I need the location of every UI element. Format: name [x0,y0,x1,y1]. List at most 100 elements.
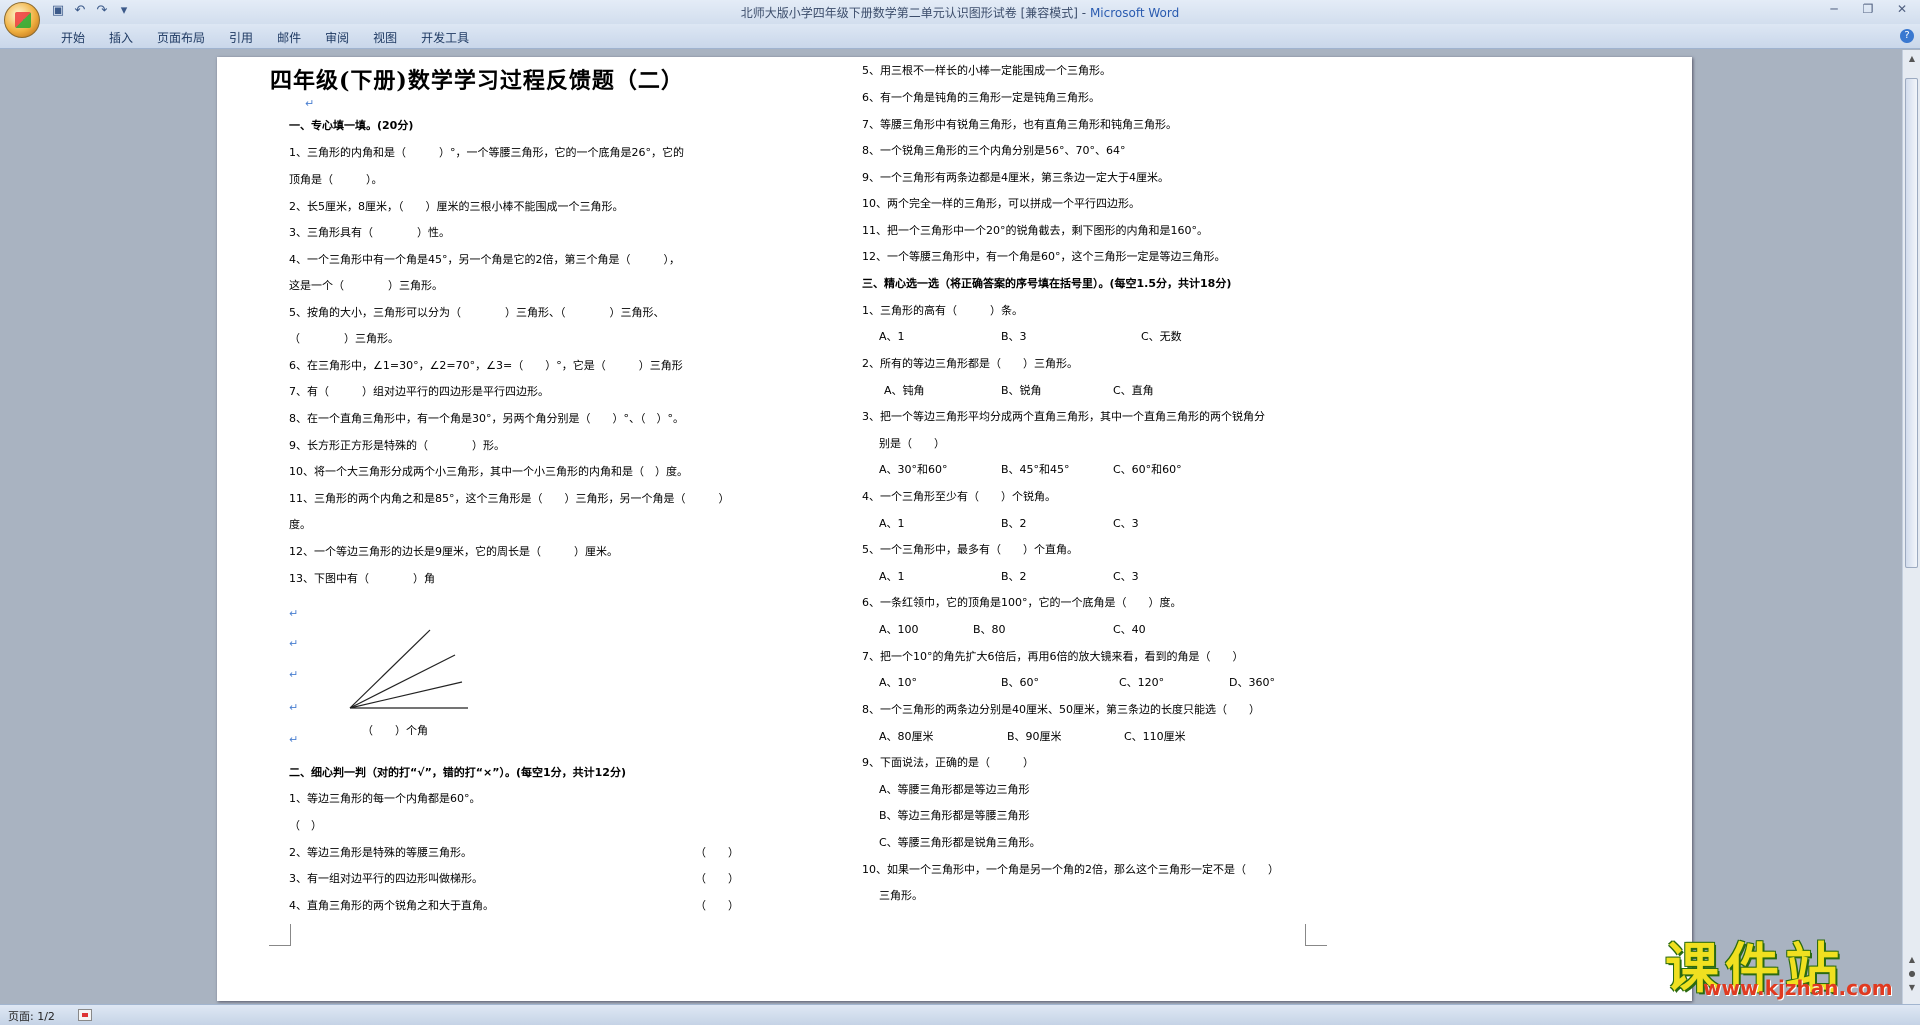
browse-object-icon[interactable]: ● [1906,969,1918,978]
section-2-title: 二、细心判一判（对的打“√”，错的打“×”）。(每空1分，共计12分) [289,766,626,779]
question-line: 10、将一个大三角形分成两个小三角形，其中一个小三角形的内角和是（ ）度。 [289,465,688,478]
option-a: A、1 [879,330,905,343]
question-line: 6、在三角形中，∠1=30°，∠2=70°，∠3=（ ）°，它是（ ）三角形 [289,359,683,372]
tab-review[interactable]: 审阅 [314,29,360,46]
question-line: 度。 [289,518,311,531]
question-line: 9、长方形正方形是特殊的（ ）形。 [289,439,505,452]
question-line: 7、有（ ）组对边平行的四边形是平行四边形。 [289,385,549,398]
office-button[interactable] [4,2,40,38]
question-line: 9、下面说法，正确的是（ ） [862,756,1034,769]
question-line: 5、用三根不一样长的小棒一定能围成一个三角形。 [862,64,1111,77]
question-line: 7、把一个10°的角先扩大6倍后，再用6倍的放大镜来看，看到的角是（ ） [862,650,1244,663]
option-b: B、2 [1001,570,1027,583]
site-watermark: 课件站 www.kjzhan.com [1665,924,1905,1004]
question-line: 10、两个完全一样的三角形，可以拼成一个平行四边形。 [862,197,1140,210]
document-workspace: 四年级(下册)数学学习过程反馈题（二） ↵ 一、专心填一填。(20分) 1、三角… [0,50,1902,1004]
question-line: 5、一个三角形中，最多有（ ）个直角。 [862,543,1078,556]
option-c: C、直角 [1113,384,1154,397]
tab-mailings[interactable]: 邮件 [266,29,312,46]
scroll-thumb[interactable] [1905,78,1918,568]
option-c: C、等腰三角形都是锐角三角形。 [879,836,1041,849]
paragraph-mark: ↵ [289,701,299,714]
angle-figure [349,629,468,709]
option-a: A、1 [879,570,905,583]
tab-references[interactable]: 引用 [218,29,264,46]
window-title: 北师大版小学四年级下册数学第二单元认识图形试卷 [兼容模式] - Microso… [0,4,1920,21]
question-line: 9、一个三角形有两条边都是4厘米，第三条边一定大于4厘米。 [862,171,1169,184]
answer-brackets: （ ） [289,819,322,832]
tab-developer[interactable]: 开发工具 [410,29,480,46]
document-heading: 四年级(下册)数学学习过程反馈题（二） [270,68,684,94]
restore-icon[interactable]: ❐ [1858,2,1878,20]
document-name: 北师大版小学四年级下册数学第二单元认识图形试卷 [兼容模式] [740,6,1078,20]
question-line: 4、直角三角形的两个锐角之和大于直角。 [289,899,494,912]
question-line: 13、下图中有（ ）角 [289,572,435,585]
status-bar: 页面: 1/2 [0,1004,1920,1025]
option-c: C、60°和60° [1113,463,1182,476]
figure-caption: （ ）个角 [362,724,428,737]
question-line: 6、有一个角是钝角的三角形一定是钝角三角形。 [862,91,1100,104]
question-line: 3、有一组对边平行的四边形叫做梯形。 [289,872,483,885]
question-line: 2、等边三角形是特殊的等腰三角形。 [289,846,472,859]
document-page[interactable]: 四年级(下册)数学学习过程反馈题（二） ↵ 一、专心填一填。(20分) 1、三角… [217,57,1692,1001]
prev-page-icon[interactable]: ▲ [1906,955,1918,964]
question-line: 2、长5厘米，8厘米，（ ）厘米的三根小棒不能围成一个三角形。 [289,200,624,213]
question-line: 12、一个等腰三角形中，有一个角是60°，这个三角形一定是等边三角形。 [862,250,1226,263]
proofing-icon[interactable] [78,1009,92,1021]
office-logo-icon [15,12,31,28]
option-a: A、钝角 [884,384,925,397]
title-separator: - [1077,6,1090,20]
question-line: 11、把一个三角形中一个20°的锐角截去，剩下图形的内角和是160°。 [862,224,1208,237]
question-line: 1、三角形的高有（ ）条。 [862,304,1023,317]
paragraph-mark: ↵ [289,733,299,746]
question-line: 别是（ ） [879,437,945,450]
question-line: 12、一个等边三角形的边长是9厘米，它的周长是（ ）厘米。 [289,545,618,558]
tab-page-layout[interactable]: 页面布局 [146,29,216,46]
option-b: B、90厘米 [1007,730,1062,743]
answer-brackets: （ ） [695,899,739,912]
option-c: C、3 [1113,570,1139,583]
option-c: C、120° [1119,676,1165,689]
question-line: 7、等腰三角形中有锐角三角形，也有直角三角形和钝角三角形。 [862,118,1177,131]
question-line: 11、三角形的两个内角之和是85°，这个三角形是（ ）三角形，另一个角是（ ） [289,492,730,505]
option-a: A、10° [879,676,918,689]
close-icon[interactable]: ✕ [1892,2,1912,20]
tab-home[interactable]: 开始 [50,29,96,46]
scroll-up-icon[interactable]: ▲ [1906,54,1918,63]
next-page-icon[interactable]: ▼ [1906,983,1918,992]
option-c: C、3 [1113,517,1139,530]
option-c: C、110厘米 [1124,730,1186,743]
question-line: 3、把一个等边三角形平均分成两个直角三角形，其中一个直角三角形的两个锐角分 [862,410,1265,423]
paragraph-mark: ↵ [289,637,299,650]
question-line: 这是一个（ ）三角形。 [289,279,443,292]
window-controls: ─ ❐ ✕ [1824,2,1912,20]
option-b: B、45°和45° [1001,463,1070,476]
paragraph-mark: ↵ [289,668,299,681]
option-b: B、等边三角形都是等腰三角形 [879,809,1030,822]
option-b: B、60° [1001,676,1040,689]
paragraph-mark: ↵ [289,607,299,620]
option-b: B、2 [1001,517,1027,530]
watermark-url: www.kjzhan.com [1703,976,1893,1000]
tab-insert[interactable]: 插入 [98,29,144,46]
question-line: 4、一个三角形中有一个角是45°，另一个角是它的2倍，第三个角是（ ）， [289,253,680,266]
question-line: 8、在一个直角三角形中，有一个角是30°，另两个角分别是（ ）°、（ ）°。 [289,412,684,425]
option-a: A、1 [879,517,905,530]
paragraph-mark: ↵ [305,97,315,110]
option-a: A、80厘米 [879,730,934,743]
tab-view[interactable]: 视图 [362,29,408,46]
option-c: C、无数 [1141,330,1182,343]
minimize-icon[interactable]: ─ [1824,2,1844,20]
vertical-scrollbar[interactable]: ▲ ▲ ● ▼ [1902,50,1920,1004]
help-icon[interactable]: ? [1900,29,1914,43]
app-name: Microsoft Word [1089,6,1180,20]
section-1-title: 一、专心填一填。(20分) [289,119,414,132]
option-c: C、40 [1113,623,1146,636]
question-line: 顶角是（ ）。 [289,173,383,186]
question-line: 3、三角形具有（ ）性。 [289,226,450,239]
option-d: D、360° [1229,676,1275,689]
option-b: B、锐角 [1001,384,1042,397]
question-line: 5、按角的大小，三角形可以分为（ ）三角形、（ ）三角形、 [289,306,665,319]
ribbon-tabs: 开始 插入 页面布局 引用 邮件 审阅 视图 开发工具 [50,29,482,46]
page-indicator[interactable]: 页面: 1/2 [8,1008,55,1024]
